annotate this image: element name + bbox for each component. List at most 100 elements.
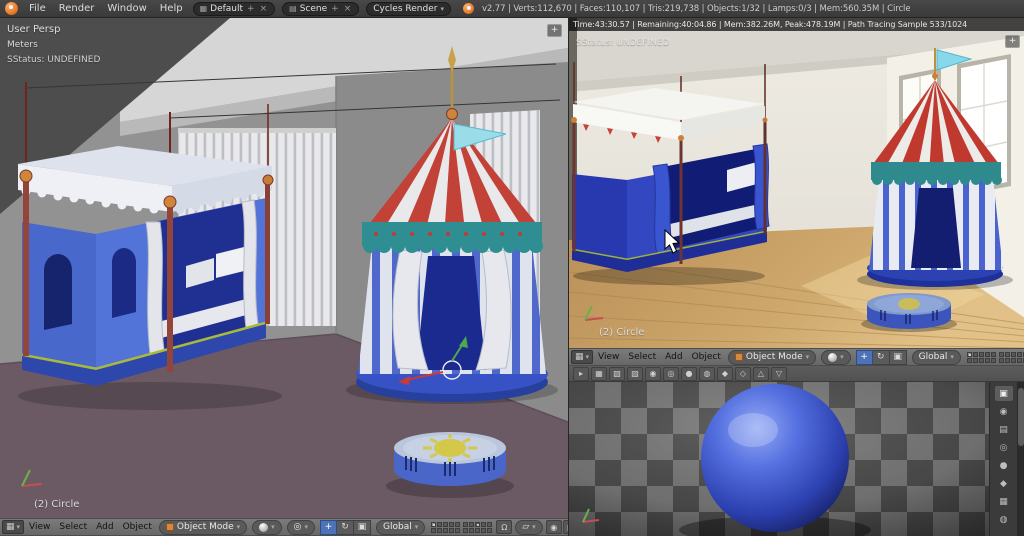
mode-dropdown[interactable]: Object Mode ▾ xyxy=(158,519,248,535)
shading-dropdown[interactable]: ▾ xyxy=(252,519,282,535)
layer-cell[interactable] xyxy=(1004,351,1010,357)
toolbar-icon-1[interactable]: ▸ xyxy=(573,366,589,381)
toolbar-icon-3[interactable]: ▧ xyxy=(609,366,625,381)
manipulator-rotate-button[interactable]: ↻ xyxy=(872,349,890,365)
layer-cell[interactable] xyxy=(1010,351,1016,357)
menu-file[interactable]: File xyxy=(23,1,52,17)
close-layout-icon[interactable]: × xyxy=(259,4,269,14)
editor-type-button[interactable]: ▦ ▾ xyxy=(571,350,594,364)
layer-cell[interactable] xyxy=(487,521,493,527)
layer-cell[interactable] xyxy=(966,357,972,363)
orientation-dropdown[interactable]: Global ▾ xyxy=(376,519,426,535)
layer-cell[interactable] xyxy=(984,357,990,363)
manipulator-rotate-button[interactable]: ↻ xyxy=(337,519,355,535)
scene-dropdown[interactable]: ▤ Scene + × xyxy=(282,1,360,16)
layer-cell[interactable] xyxy=(463,521,469,527)
layer-cell[interactable] xyxy=(1010,357,1016,363)
layer-cell[interactable] xyxy=(449,521,455,527)
toolshelf-expand-button[interactable]: + xyxy=(1005,35,1020,48)
tab-world[interactable]: ◎ xyxy=(995,440,1013,455)
layer-cell[interactable] xyxy=(455,527,461,533)
mode-dropdown[interactable]: Object Mode ▾ xyxy=(727,349,817,365)
layer-cell[interactable] xyxy=(966,351,972,357)
toolbar-icon-7[interactable]: ● xyxy=(681,366,697,381)
toolshelf-expand-button[interactable]: + xyxy=(547,24,562,37)
layer-cell[interactable] xyxy=(449,527,455,533)
close-scene-icon[interactable]: × xyxy=(343,4,353,14)
menu-select[interactable]: Select xyxy=(624,352,660,362)
layer-cell[interactable] xyxy=(487,527,493,533)
layer-cell[interactable] xyxy=(990,357,996,363)
layer-cell[interactable] xyxy=(481,527,487,533)
layer-cell[interactable] xyxy=(990,351,996,357)
layer-cell[interactable] xyxy=(469,527,475,533)
layer-cell[interactable] xyxy=(443,527,449,533)
scrollbar-thumb[interactable] xyxy=(1018,388,1024,446)
add-scene-icon[interactable]: + xyxy=(330,4,340,14)
sun-pouf[interactable] xyxy=(386,432,514,498)
tab-render-layers[interactable]: ◉ xyxy=(995,404,1013,419)
layer-cell[interactable] xyxy=(437,527,443,533)
toolbar-icon-4[interactable]: ▨ xyxy=(627,366,643,381)
toolbar-icon-10[interactable]: ◇ xyxy=(735,366,751,381)
render-engine-dropdown[interactable]: Cycles Render ▾ xyxy=(366,1,451,16)
layer-cell[interactable] xyxy=(431,527,437,533)
viewport-rendered[interactable]: Time:43:30.57 | Remaining:40:04.86 | Mem… xyxy=(569,18,1024,348)
layer-cell[interactable] xyxy=(1004,357,1010,363)
menu-object[interactable]: Object xyxy=(688,352,725,362)
tab-texture[interactable]: ◍ xyxy=(995,512,1013,527)
screen-layout-dropdown[interactable]: ▦ Default + × xyxy=(192,1,276,16)
material-preview[interactable]: ▣ ◉ ▤ ◎ ● ◆ ▦ ◍ xyxy=(569,382,1024,536)
layer-cell[interactable] xyxy=(475,527,481,533)
layer-cell[interactable] xyxy=(455,521,461,527)
menu-add[interactable]: Add xyxy=(92,522,117,532)
layer-cell[interactable] xyxy=(475,521,481,527)
menu-view[interactable]: View xyxy=(25,522,54,532)
menu-select[interactable]: Select xyxy=(55,522,91,532)
toolbar-icon-11[interactable]: △ xyxy=(753,366,769,381)
layer-cell[interactable] xyxy=(443,521,449,527)
scrollbar[interactable] xyxy=(1017,382,1024,536)
toolbar-icon-8[interactable]: ◍ xyxy=(699,366,715,381)
orientation-dropdown[interactable]: Global ▾ xyxy=(911,349,961,365)
tab-material[interactable]: ◆ xyxy=(995,476,1013,491)
toolbar-icon-6[interactable]: ◎ xyxy=(663,366,679,381)
tab-object[interactable]: ● xyxy=(995,458,1013,473)
manipulator-translate-button[interactable]: + xyxy=(320,519,338,535)
manipulator-scale-button[interactable]: ▣ xyxy=(889,349,907,365)
opengl-render-button[interactable]: ◉ xyxy=(545,520,562,534)
tab-render[interactable]: ▣ xyxy=(994,386,1013,401)
layer-cell[interactable] xyxy=(1016,357,1022,363)
layer-cell[interactable] xyxy=(469,521,475,527)
add-layout-icon[interactable]: + xyxy=(246,4,256,14)
editor-type-button[interactable]: ▦ ▾ xyxy=(2,520,25,534)
layer-cell[interactable] xyxy=(998,351,1004,357)
layer-cell[interactable] xyxy=(978,351,984,357)
toolbar-icon-2[interactable]: ▦ xyxy=(591,366,607,381)
toolbar-icon-9[interactable]: ◆ xyxy=(717,366,733,381)
layer-cell[interactable] xyxy=(463,527,469,533)
blender-logo-icon[interactable] xyxy=(5,2,18,15)
layer-cell[interactable] xyxy=(431,521,437,527)
layer-cell[interactable] xyxy=(984,351,990,357)
layer-cell[interactable] xyxy=(437,521,443,527)
layer-cell[interactable] xyxy=(978,357,984,363)
toolbar-icon-12[interactable]: ▽ xyxy=(771,366,787,381)
layer-cell[interactable] xyxy=(998,357,1004,363)
snap-magnet-button[interactable]: Ω xyxy=(496,520,513,534)
layer-cell[interactable] xyxy=(481,521,487,527)
manipulator-translate-button[interactable]: + xyxy=(855,349,873,365)
layer-cell[interactable] xyxy=(1016,351,1022,357)
rendered-pouf[interactable] xyxy=(861,293,957,332)
menu-object[interactable]: Object xyxy=(119,522,156,532)
layer-cell[interactable] xyxy=(972,357,978,363)
menu-render[interactable]: Render xyxy=(53,1,101,17)
snap-element-dropdown[interactable]: ▱ ▾ xyxy=(515,519,543,535)
viewport-3d[interactable]: User Persp Meters SStatus: UNDEFINED (2)… xyxy=(0,18,568,536)
menu-view[interactable]: View xyxy=(594,352,623,362)
pivot-dropdown[interactable]: ◎ ▾ xyxy=(286,519,316,535)
tab-scene[interactable]: ▤ xyxy=(995,422,1013,437)
menu-help[interactable]: Help xyxy=(154,1,189,17)
tab-modifiers[interactable]: ▦ xyxy=(995,494,1013,509)
shading-dropdown[interactable]: ▾ xyxy=(821,349,851,365)
